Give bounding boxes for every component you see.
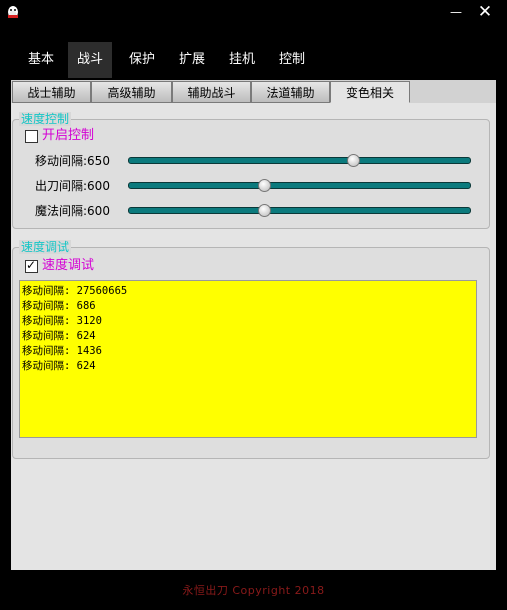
speed-debug-checkbox[interactable] xyxy=(25,258,38,273)
enable-control-checkbox[interactable] xyxy=(25,130,38,143)
app-icon xyxy=(8,6,18,18)
enable-control-label[interactable]: 开启控制 xyxy=(42,129,94,143)
move-interval-label: 移动间隔:650 xyxy=(35,154,110,168)
speed-debug-label[interactable]: 速度调试 xyxy=(42,259,94,273)
attack-interval-label: 出刀间隔:600 xyxy=(35,179,110,193)
magic-interval-label: 魔法间隔:600 xyxy=(35,204,110,218)
speed-debug-title: 速度调试 xyxy=(19,240,72,254)
move-interval-slider[interactable] xyxy=(128,157,471,164)
tab-autohang[interactable]: 挂机 xyxy=(220,42,264,78)
magic-interval-slider[interactable] xyxy=(128,207,471,214)
log-line: 移动间隔: 624 xyxy=(22,360,96,372)
log-line: 移动间隔: 624 xyxy=(22,330,96,342)
minimize-button[interactable]: — xyxy=(445,2,467,22)
attack-interval-slider-thumb[interactable] xyxy=(258,179,272,192)
log-line: 移动间隔: 3120 xyxy=(22,315,102,327)
tab-combat[interactable]: 战斗 xyxy=(68,42,112,78)
log-line: 移动间隔: 686 xyxy=(22,300,96,312)
subtab-warrior[interactable]: 战士辅助 xyxy=(12,81,91,103)
tab-extend[interactable]: 扩展 xyxy=(170,42,214,78)
subtab-advanced[interactable]: 高级辅助 xyxy=(91,81,172,103)
speed-control-title: 速度控制 xyxy=(19,112,72,126)
speed-control-group: 速度控制 开启控制 移动间隔:650 出刀间隔:600 魔法间隔:600 xyxy=(12,112,490,229)
speed-debug-group: 速度调试 速度调试 移动间隔: 27560665 移动间隔: 686 移动间隔:… xyxy=(12,240,490,459)
debug-log-textarea[interactable]: 移动间隔: 27560665 移动间隔: 686 移动间隔: 3120 移动间隔… xyxy=(19,280,477,438)
subtab-taoist[interactable]: 法道辅助 xyxy=(251,81,330,103)
copyright-footer: 永恒出刀 Copyright 2018 xyxy=(182,584,325,597)
tab-basic[interactable]: 基本 xyxy=(16,42,66,78)
magic-interval-slider-thumb[interactable] xyxy=(258,204,272,217)
move-interval-slider-thumb[interactable] xyxy=(347,154,361,167)
title-bar: — ✕ xyxy=(0,0,507,24)
close-button[interactable]: ✕ xyxy=(474,2,496,22)
main-panel: 战士辅助 高级辅助 辅助战斗 法道辅助 变色相关 速度控制 开启控制 移动间隔:… xyxy=(11,80,496,570)
log-line: 移动间隔: 27560665 xyxy=(22,285,128,297)
attack-interval-slider[interactable] xyxy=(128,182,471,189)
tab-protect[interactable]: 保护 xyxy=(120,42,164,78)
subtab-color[interactable]: 变色相关 xyxy=(330,81,410,103)
tab-control[interactable]: 控制 xyxy=(270,42,314,78)
log-line: 移动间隔: 1436 xyxy=(22,345,102,357)
subtab-combat-assist[interactable]: 辅助战斗 xyxy=(172,81,251,103)
tab-content: 速度控制 开启控制 移动间隔:650 出刀间隔:600 魔法间隔:600 速度调… xyxy=(11,103,496,570)
